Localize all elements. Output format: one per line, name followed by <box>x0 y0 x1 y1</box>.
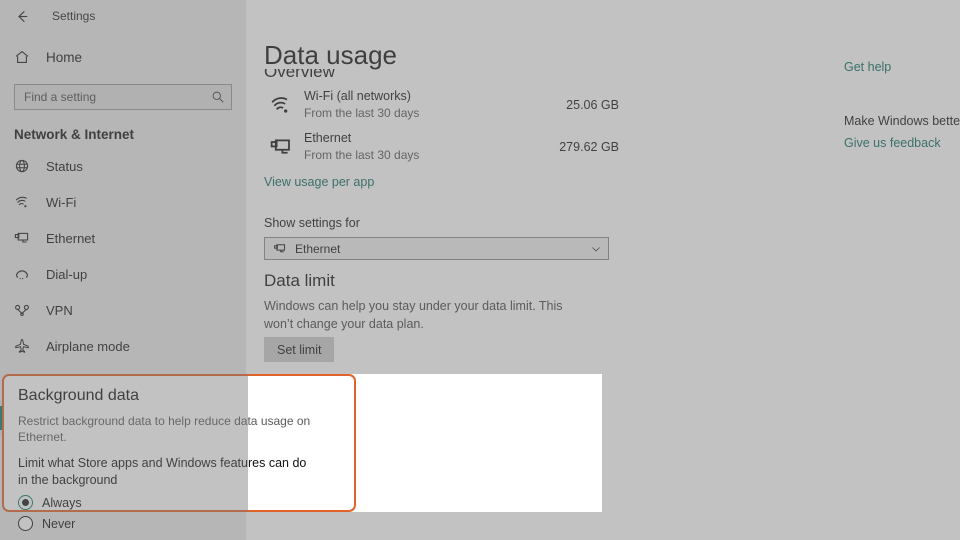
show-settings-for-dropdown[interactable]: Ethernet <box>264 237 609 260</box>
right-rail: Get help Make Windows better Give us fee… <box>844 60 960 150</box>
show-settings-for-value: Ethernet <box>295 241 341 256</box>
back-arrow-icon[interactable] <box>10 4 34 28</box>
sidebar-item-status[interactable]: Status <box>0 148 246 184</box>
window-title: Settings <box>52 9 96 23</box>
usage-row-wifi-name: Wi-Fi (all networks) <box>304 89 411 103</box>
chevron-down-icon[interactable] <box>590 243 602 255</box>
ethernet-icon <box>264 136 298 158</box>
search-input[interactable] <box>24 90 211 104</box>
sidebar-item-dialup-label: Dial-up <box>46 266 88 282</box>
usage-row-wifi-subtitle: From the last 30 days <box>304 105 420 120</box>
sidebar-item-vpn-label: VPN <box>46 302 73 318</box>
radio-option-never-label: Never <box>42 516 76 531</box>
radio-never-indicator[interactable] <box>18 516 33 532</box>
background-data-heading: Background data <box>18 387 139 404</box>
usage-row-ethernet-value: 279.62 GB <box>559 139 619 154</box>
sidebar-section-header: Network & Internet <box>14 127 135 142</box>
usage-row-ethernet-name: Ethernet <box>304 131 352 145</box>
show-settings-for-label: Show settings for <box>264 216 360 230</box>
sidebar-item-airplane-mode-label: Airplane mode <box>46 338 130 354</box>
vpn-icon <box>14 302 36 318</box>
radio-always-indicator[interactable] <box>18 495 33 511</box>
home-icon <box>14 49 36 65</box>
set-limit-button[interactable]: Set limit <box>264 337 335 362</box>
airplane-icon <box>14 338 36 354</box>
radio-option-always-label: Always <box>42 495 82 510</box>
usage-row-ethernet: Ethernet From the last 30 days 279.62 GB <box>264 130 619 163</box>
sidebar-item-vpn[interactable]: VPN <box>0 292 246 328</box>
usage-row-ethernet-text: Ethernet From the last 30 days <box>304 130 559 163</box>
background-data-section-highlight: Background data Restrict background data… <box>2 374 356 532</box>
usage-row-ethernet-subtitle: From the last 30 days <box>304 147 420 162</box>
settings-window: Settings Home Network & Internet <box>0 0 960 540</box>
usage-row-wifi-text: Wi-Fi (all networks) From the last 30 da… <box>304 88 566 121</box>
sidebar-item-ethernet-label: Ethernet <box>46 230 96 246</box>
background-data-description: Restrict background data to help reduce … <box>18 414 311 444</box>
sidebar-item-ethernet[interactable]: Ethernet <box>0 220 246 256</box>
ethernet-icon <box>273 242 287 255</box>
view-usage-per-app-link[interactable]: View usage per app <box>264 175 374 189</box>
wifi-icon <box>264 94 298 116</box>
wifi-icon <box>14 194 36 210</box>
ethernet-icon <box>14 230 36 246</box>
globe-status-icon <box>14 158 36 174</box>
radio-option-always[interactable]: Always <box>18 495 340 511</box>
page-title: Data usage <box>264 41 411 70</box>
background-data-question: Limit what Store apps and Windows featur… <box>18 456 307 488</box>
search-icon[interactable] <box>211 90 225 104</box>
dialup-icon <box>14 266 36 282</box>
sidebar-item-airplane-mode[interactable]: Airplane mode <box>0 328 246 364</box>
title-bar: Settings <box>0 0 246 32</box>
sidebar-item-wifi[interactable]: Wi-Fi <box>0 184 246 220</box>
sidebar-item-home[interactable]: Home <box>0 42 246 72</box>
radio-option-never[interactable]: Never <box>18 516 340 532</box>
give-us-feedback-link[interactable]: Give us feedback <box>844 136 960 150</box>
search-box[interactable] <box>14 84 232 110</box>
sidebar-item-status-label: Status <box>46 158 83 174</box>
sidebar-item-dialup[interactable]: Dial-up <box>0 256 246 292</box>
make-windows-better-heading: Make Windows better <box>844 114 960 128</box>
usage-row-wifi: Wi-Fi (all networks) From the last 30 da… <box>264 88 619 121</box>
get-help-link[interactable]: Get help <box>844 60 960 74</box>
usage-row-wifi-value: 25.06 GB <box>566 97 619 112</box>
data-limit-description: Windows can help you stay under your dat… <box>264 299 563 332</box>
sidebar-item-wifi-label: Wi-Fi <box>46 194 77 210</box>
data-limit-heading: Data limit <box>264 271 335 290</box>
sidebar-item-home-label: Home <box>46 49 83 65</box>
